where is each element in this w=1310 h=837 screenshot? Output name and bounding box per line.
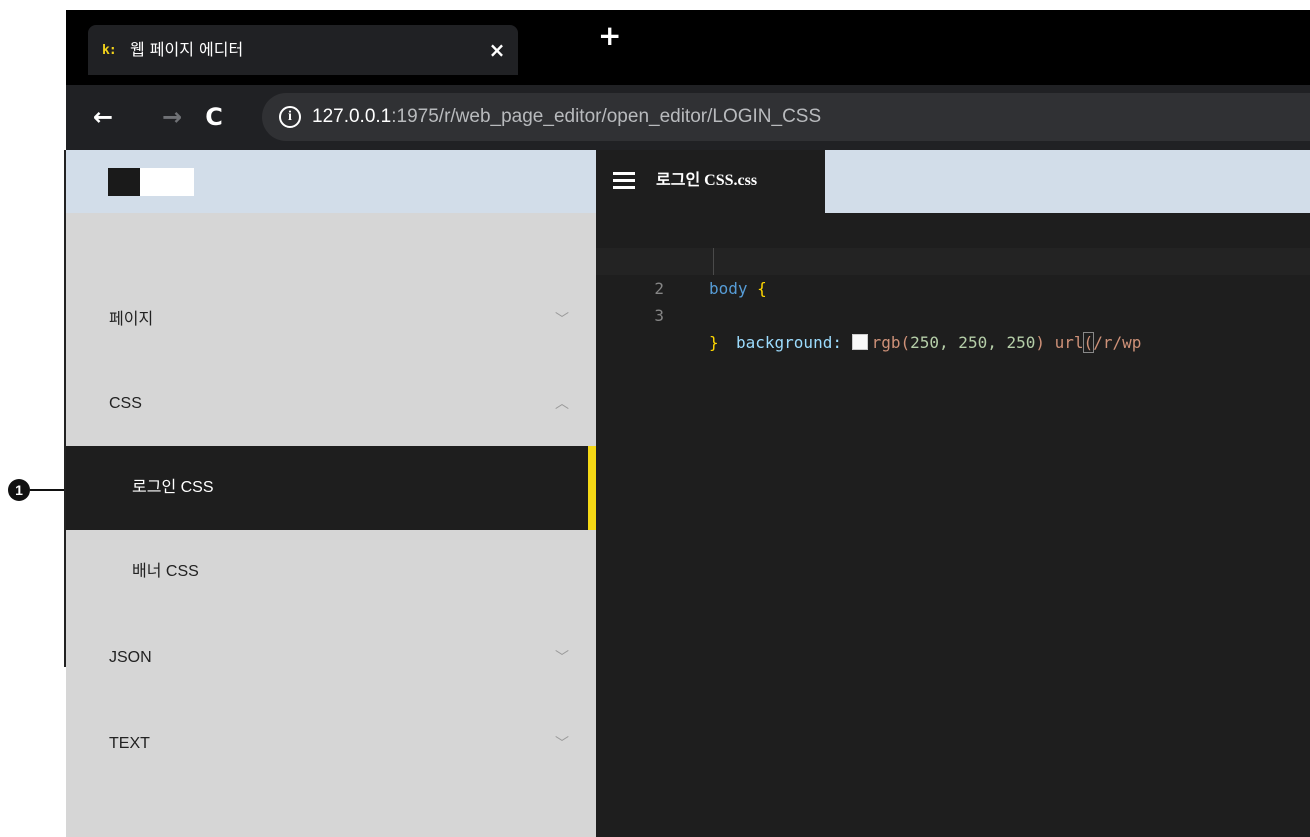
css-numbers: 250, 250, 250 [910, 333, 1036, 352]
sidebar-item-label: CSS [109, 395, 142, 412]
callout-badge: 1 [8, 479, 30, 501]
code-line: 3 } [596, 275, 1310, 352]
css-url: /r/wp [1093, 333, 1142, 352]
code-area[interactable]: 1 body { 2 background: rgb(250, 250, 250… [596, 221, 1310, 353]
tab-title: 웹 페이지 에디터 [130, 40, 244, 59]
indent-guide [713, 248, 714, 275]
color-swatch[interactable] [851, 334, 868, 350]
chevron-down-icon: ﹀ [555, 736, 569, 752]
new-tab-button[interactable]: + [598, 22, 621, 50]
browser-toolbar: ← → C i 127.0.0.1:1975/r/web_page_editor… [66, 85, 1310, 150]
sidebar-item-banner-css[interactable]: 배너 CSS [66, 530, 596, 614]
browser-tab[interactable]: k: 웹 페이지 에디터 × [88, 25, 518, 75]
sidebar-item-text[interactable]: TEXT ﹀ [66, 702, 596, 786]
url-path: :1975/r/web_page_editor/open_editor/LOGI… [391, 106, 822, 127]
css-function: ) url [1035, 333, 1084, 352]
sidebar: 페이지 ﹀ CSS ︿ 로그인 CSS 배너 CSS JSON ﹀ TEXT ﹀ [66, 150, 596, 837]
address-bar[interactable]: i 127.0.0.1:1975/r/web_page_editor/open_… [262, 93, 1310, 141]
code-text: background: rgb(250, 250, 250) url(/r/wp [736, 329, 1141, 356]
css-brace: } [709, 333, 719, 352]
code-line: 2 background: rgb(250, 250, 250) url(/r/… [596, 248, 1310, 353]
sidebar-item-label: 로그인 CSS [132, 479, 214, 496]
forward-arrow-icon[interactable]: → [159, 103, 185, 131]
logo-dark-block [108, 168, 140, 196]
url-text[interactable]: 127.0.0.1:1975/r/web_page_editor/open_ed… [312, 105, 821, 129]
chevron-down-icon: ﹀ [555, 650, 569, 666]
sidebar-item-json[interactable]: JSON ﹀ [66, 616, 596, 700]
logo-light-block [140, 168, 194, 196]
url-host: 127.0.0.1 [312, 106, 392, 127]
info-icon[interactable]: i [279, 106, 301, 128]
sidebar-item-label: TEXT [109, 735, 150, 752]
sidebar-item-css[interactable]: CSS ︿ [66, 362, 596, 446]
menu-icon[interactable] [613, 172, 635, 190]
line-number: 3 [654, 306, 664, 325]
code-text: } [709, 329, 719, 356]
back-arrow-icon[interactable]: ← [90, 103, 116, 131]
close-icon[interactable]: × [486, 39, 508, 61]
reload-icon[interactable]: C [201, 103, 227, 131]
editor-tab-label: 로그인 CSS.css [656, 172, 758, 189]
sidebar-item-login-css[interactable]: 로그인 CSS [66, 446, 596, 530]
sidebar-item-label: JSON [109, 649, 152, 666]
code-editor: 로그인 CSS.css 1 body { 2 background: rgb(2… [596, 150, 1310, 837]
favicon-icon: k: [102, 43, 117, 58]
editor-tabbar: 로그인 CSS.css [596, 150, 1310, 213]
css-property: background: [736, 333, 842, 352]
sidebar-item-label: 배너 CSS [132, 563, 199, 580]
active-indicator [588, 446, 596, 530]
code-line: 1 body { [596, 221, 1310, 298]
chevron-down-icon: ﹀ [555, 312, 569, 328]
chevron-up-icon: ︿ [555, 396, 569, 412]
matched-bracket: ( [1082, 332, 1095, 353]
sidebar-item-label: 페이지 [109, 311, 154, 328]
sidebar-item-pages[interactable]: 페이지 ﹀ [66, 278, 596, 362]
editor-tab[interactable]: 로그인 CSS.css [596, 150, 825, 213]
sidebar-header [66, 150, 596, 213]
browser-tabstrip: k: 웹 페이지 에디터 × + [66, 10, 1310, 85]
css-function: rgb( [871, 333, 911, 352]
